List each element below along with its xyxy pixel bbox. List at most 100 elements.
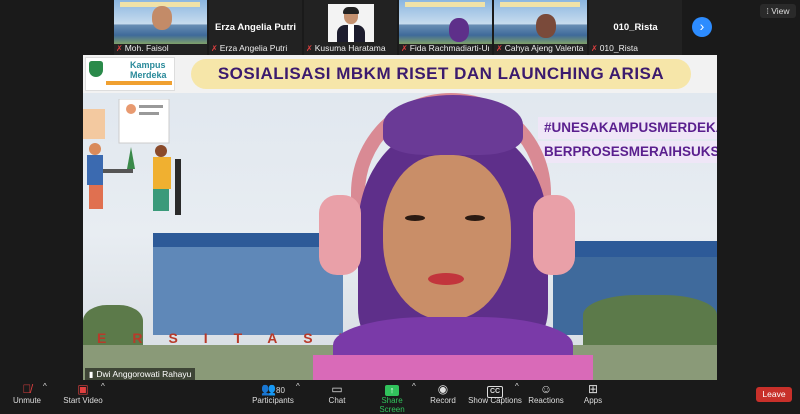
mic-muted-icon: ✗ — [306, 44, 313, 53]
participant-name-label: ✗ Moh. Faisol — [116, 43, 169, 53]
next-page-button[interactable]: › — [692, 17, 712, 37]
building-roof — [153, 233, 343, 247]
participant-strip: ✗ Moh. Faisol Erza Angelia Putri ✗ Erza An… — [0, 0, 800, 55]
illus-avatar — [126, 104, 136, 114]
illus-person-legs — [89, 185, 103, 209]
headphone-right — [533, 195, 575, 275]
video-off-icon: ▣ — [77, 382, 89, 396]
chat-label: Chat — [328, 396, 346, 405]
discussion-illustration — [83, 99, 181, 215]
logo-stripe — [106, 81, 172, 85]
participant-display-name: 010_Rista — [613, 22, 658, 33]
record-label: Record — [430, 396, 456, 405]
main-video[interactable]: ERSITASNE Kampus Merdeka SOSIALISASI MBK… — [83, 55, 717, 380]
reactions-label: Reactions — [528, 396, 564, 405]
logo-text-line2: Merdeka — [130, 70, 167, 80]
chat-icon: ▭ — [331, 382, 343, 396]
event-title-banner: SOSIALISASI MBKM RISET DAN LAUNCHING ARI… — [191, 59, 691, 89]
participant-tile[interactable]: ✗Cahya Ajeng Valenta ... — [494, 0, 587, 55]
share-icon-wrap: ↑ — [368, 382, 416, 396]
chevron-up-icon[interactable]: ^ — [515, 382, 519, 391]
record-button[interactable]: ◉ Record — [428, 382, 458, 405]
participant-tile[interactable]: ✗ Kusuma Haratama — [304, 0, 397, 55]
participant-tile[interactable]: Erza Angelia Putri ✗ Erza Angelia Putri — [209, 0, 302, 55]
thumbnail-banner — [405, 2, 485, 7]
participant-tile[interactable]: ✗Fida Rachmadiarti-Un... — [399, 0, 492, 55]
speaker-face — [383, 155, 511, 320]
leave-button[interactable]: Leave — [756, 387, 792, 402]
chevron-up-icon[interactable]: ^ — [296, 382, 300, 391]
show-captions-button[interactable]: CC Show Captions — [468, 382, 522, 405]
reactions-button[interactable]: ☺ Reactions — [528, 382, 564, 405]
start-video-button[interactable]: ▣ Start Video — [60, 382, 106, 405]
speaker-mouth — [428, 273, 464, 285]
speaker-hijab-top — [383, 95, 523, 155]
illus-line — [139, 112, 159, 115]
mic-muted-icon: ✗ — [116, 44, 123, 53]
mic-muted-icon: ✗ — [211, 44, 218, 53]
view-button[interactable]: ⁞ View — [760, 4, 796, 18]
participant-name-label: ✗Cahya Ajeng Valenta ... — [496, 43, 584, 53]
profile-photo — [328, 4, 374, 42]
speaker-name-text: Dwi Anggorowati Rahayu — [96, 369, 192, 379]
photo-shirt — [348, 25, 354, 42]
trees — [583, 295, 717, 345]
thumbnail-banner — [500, 2, 580, 7]
people-icon: 👥 — [261, 382, 277, 396]
logo-text-line1: Kampus — [130, 60, 166, 70]
meeting-toolbar: 🎙̸ Unmute ^ ▣ Start Video ^ 👥80 Particip… — [0, 380, 800, 414]
illus-person-body — [87, 155, 103, 185]
illus-chair — [175, 159, 181, 215]
illus-line — [139, 105, 163, 108]
participant-name-label: ✗ Kusuma Haratama — [306, 43, 386, 53]
participant-display-name: Erza Angelia Putri — [215, 22, 296, 33]
speaker-eye — [405, 215, 425, 221]
participants-button[interactable]: 👥80 Participants — [250, 382, 296, 405]
apps-button[interactable]: ⊞ Apps — [580, 382, 606, 405]
hashtag-banner: #UNESAKAMPUSMERDEKA — [538, 117, 717, 139]
participant-name-label: ✗ 010_Rista — [591, 43, 638, 53]
illus-plant — [127, 147, 135, 169]
participants-icon-row: 👥80 — [250, 382, 296, 396]
chevron-up-icon[interactable]: ^ — [43, 382, 47, 391]
chevron-up-icon[interactable]: ^ — [101, 382, 105, 391]
chevron-right-icon: › — [699, 18, 705, 34]
participants-count: 80 — [276, 386, 285, 395]
hashtag-banner: BERPROSESMERAIHSUKS — [538, 141, 717, 163]
share-screen-button[interactable]: ↑ Share Screen — [368, 382, 416, 414]
unmute-label: Unmute — [12, 396, 41, 405]
illus-person-head — [89, 143, 101, 155]
show-captions-label: Show Captions — [468, 396, 522, 405]
captions-icon-wrap: CC — [468, 382, 522, 398]
apps-grid-icon: ⊞ — [587, 382, 599, 396]
kampus-merdeka-logo: Kampus Merdeka — [85, 57, 175, 91]
illus-person-body — [153, 157, 171, 189]
share-screen-label: Share Screen — [379, 396, 405, 414]
participants-label: Participants — [252, 396, 294, 405]
headphone-left — [319, 195, 361, 275]
signal-bars-icon: ▮ — [89, 370, 94, 379]
participant-face — [536, 14, 556, 38]
shield-icon — [89, 61, 103, 77]
building — [153, 235, 343, 335]
view-button-label: View — [771, 6, 790, 16]
grid-icon: ⁞ — [766, 6, 769, 16]
share-screen-icon: ↑ — [385, 385, 399, 396]
record-icon: ◉ — [437, 382, 449, 396]
building-roof — [553, 241, 717, 257]
participant-face — [449, 18, 469, 42]
speaker-shirt — [313, 355, 593, 380]
illus-board — [83, 109, 105, 139]
participant-tile[interactable]: 010_Rista ✗ 010_Rista — [589, 0, 682, 55]
illus-person-head — [155, 145, 167, 157]
participant-face — [152, 6, 172, 30]
illus-person-legs — [153, 189, 169, 211]
chat-button[interactable]: ▭ Chat — [323, 382, 351, 405]
participant-tile[interactable]: ✗ Moh. Faisol — [114, 0, 207, 55]
unmute-button[interactable]: 🎙̸ Unmute — [6, 382, 48, 405]
mic-muted-icon: ✗ — [401, 44, 408, 53]
speaker-eye — [465, 215, 485, 221]
chevron-up-icon[interactable]: ^ — [412, 382, 416, 391]
smiley-plus-icon: ☺ — [539, 382, 553, 396]
participant-name-label: ✗ Erza Angelia Putri — [211, 43, 288, 53]
